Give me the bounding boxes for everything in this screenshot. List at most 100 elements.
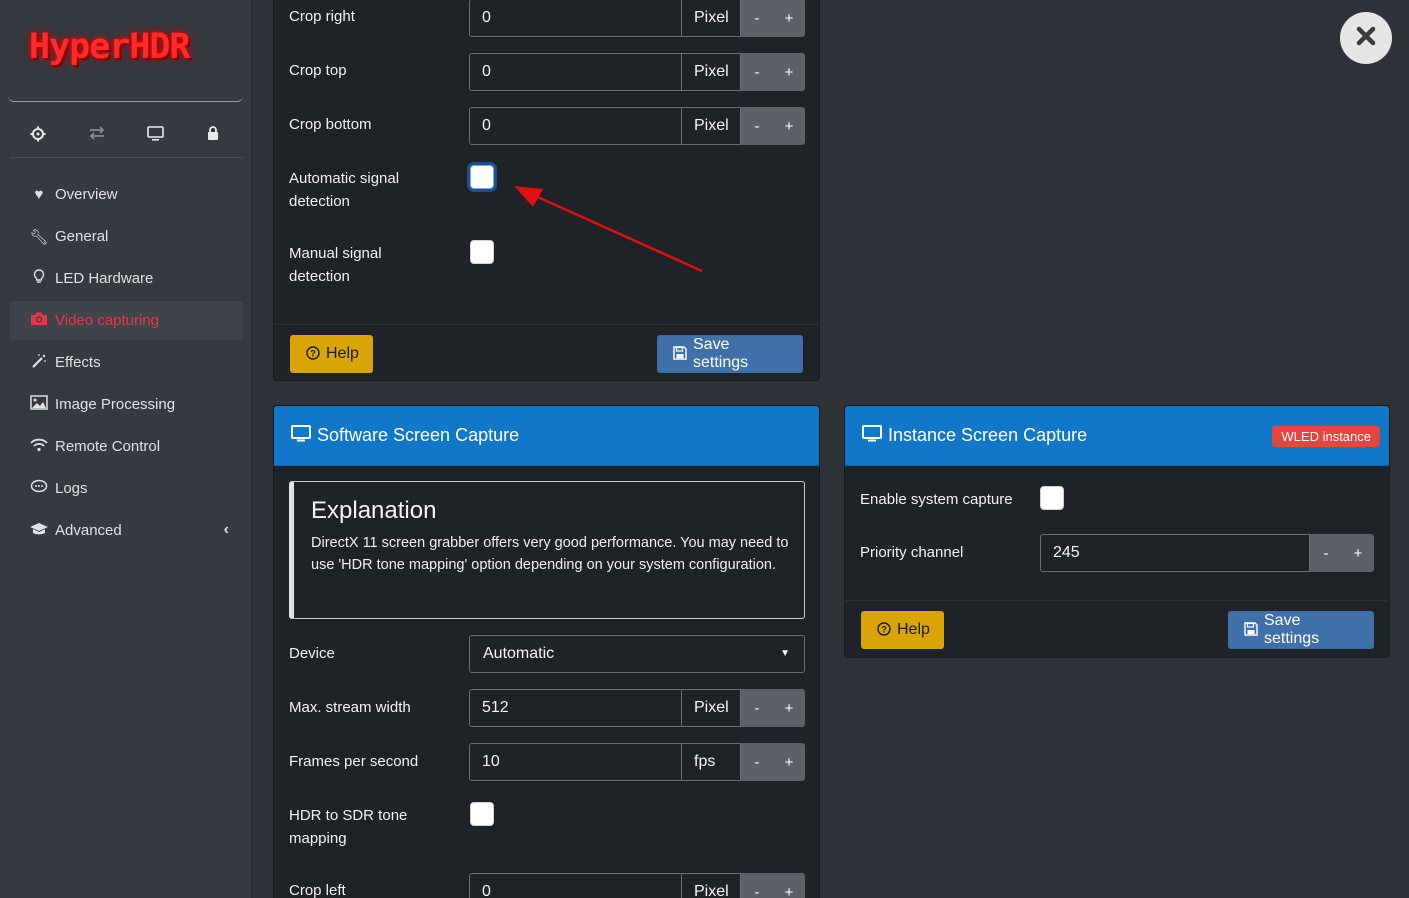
- label-line: detection: [289, 193, 350, 210]
- crop-left-input[interactable]: 0: [469, 873, 682, 898]
- close-button[interactable]: [1340, 12, 1392, 64]
- sidebar-item-general[interactable]: 🔧︎ General: [10, 217, 243, 256]
- instance-capture-panel: Instance Screen Capture WLED instance En…: [844, 405, 1390, 658]
- fps-label: Frames per second: [289, 753, 419, 770]
- sidebar-item-overview[interactable]: ♥ Overview: [10, 175, 243, 214]
- increment-button[interactable]: +: [1342, 534, 1374, 572]
- sidebar-item-label: Video capturing: [55, 312, 159, 329]
- sidebar-item-image-processing[interactable]: Image Processing: [10, 385, 243, 424]
- crop-top-stepper: 0 Pixel - +: [469, 53, 805, 91]
- label-line: Automatic signal: [289, 170, 400, 187]
- divider: [845, 600, 1389, 601]
- priority-input[interactable]: 245: [1040, 534, 1310, 572]
- svg-text:?: ?: [310, 348, 316, 358]
- explanation-box: Explanation DirectX 11 screen grabber of…: [289, 481, 805, 619]
- crop-left-stepper: 0 Pixel - +: [469, 873, 805, 898]
- save-label: Save settings: [693, 336, 749, 371]
- graduation-cap-icon: [28, 522, 50, 540]
- lock-icon[interactable]: [201, 126, 225, 145]
- decrement-button[interactable]: -: [741, 689, 773, 727]
- crop-top-input[interactable]: 0: [469, 53, 682, 91]
- decrement-button[interactable]: -: [741, 0, 773, 37]
- enable-capture-checkbox[interactable]: [1040, 486, 1064, 510]
- auto-signal-checkbox[interactable]: [470, 165, 494, 189]
- increment-button[interactable]: +: [773, 743, 805, 781]
- explanation-title: Explanation: [311, 497, 437, 524]
- sidebar-nav: ♥ Overview 🔧︎ General LED Hardware Video c…: [10, 175, 243, 553]
- sidebar-item-video-capturing[interactable]: Video capturing: [10, 301, 243, 340]
- monitor-icon: [862, 424, 882, 447]
- label-line: detection: [289, 268, 350, 285]
- label-line: HDR to SDR tone: [289, 807, 408, 824]
- crop-right-stepper: 0 Pixel - +: [469, 0, 805, 37]
- max-width-input[interactable]: 512: [469, 689, 682, 727]
- crop-right-label: Crop right: [289, 8, 355, 25]
- decrement-button[interactable]: -: [741, 107, 773, 145]
- unit-label: Pixel: [682, 689, 741, 727]
- manual-signal-checkbox[interactable]: [470, 240, 494, 264]
- logo[interactable]: HyperHDR: [8, 0, 243, 102]
- max-width-stepper: 512 Pixel - +: [469, 689, 805, 727]
- increment-button[interactable]: +: [773, 873, 805, 898]
- sidebar-icon-row: [10, 118, 243, 158]
- sidebar: HyperHDR ♥ Overview 🔧︎ General LED Hardwar…: [0, 0, 252, 898]
- device-label: Device: [289, 645, 335, 662]
- sidebar-item-advanced[interactable]: Advanced ‹: [10, 511, 243, 550]
- manual-signal-label: Manual signal detection: [289, 242, 382, 288]
- crop-right-input[interactable]: 0: [469, 0, 682, 37]
- software-capture-panel: Software Screen Capture Explanation Dire…: [273, 405, 820, 898]
- decrement-button[interactable]: -: [741, 743, 773, 781]
- annotation-arrow: [514, 186, 703, 273]
- sidebar-item-effects[interactable]: Effects: [10, 343, 243, 382]
- magic-wand-icon: [28, 353, 50, 373]
- save-label: Save settings: [1264, 612, 1320, 647]
- question-circle-icon: ?: [306, 345, 320, 363]
- crop-bottom-label: Crop bottom: [289, 116, 372, 133]
- hdr-checkbox[interactable]: [470, 802, 494, 826]
- heartbeat-icon: ♥: [34, 186, 44, 203]
- crop-bottom-stepper: 0 Pixel - +: [469, 107, 805, 145]
- increment-button[interactable]: +: [773, 53, 805, 91]
- floppy-icon: [1244, 621, 1258, 639]
- sidebar-item-label: LED Hardware: [55, 270, 154, 287]
- chevron-left-icon[interactable]: ‹: [224, 521, 229, 539]
- label-line: Manual signal: [289, 245, 382, 262]
- save-settings-button[interactable]: Save settings: [657, 335, 803, 373]
- swap-icon[interactable]: [85, 126, 109, 145]
- sidebar-item-label: Overview: [55, 186, 118, 203]
- enable-capture-label: Enable system capture: [860, 491, 1013, 508]
- monitor-icon[interactable]: [143, 126, 167, 146]
- sidebar-item-led-hardware[interactable]: LED Hardware: [10, 259, 243, 298]
- decrement-button[interactable]: -: [741, 873, 773, 898]
- auto-signal-label: Automatic signal detection: [289, 167, 399, 213]
- camera-icon: [28, 311, 50, 330]
- caret-down-icon: ▼: [780, 648, 790, 659]
- sidebar-item-label: Remote Control: [55, 438, 161, 455]
- sidebar-item-remote-control[interactable]: Remote Control: [10, 427, 243, 466]
- crop-bottom-input[interactable]: 0: [469, 107, 682, 145]
- unit-label: Pixel: [682, 53, 741, 91]
- decrement-button[interactable]: -: [741, 53, 773, 91]
- gear-icon[interactable]: [26, 126, 50, 147]
- increment-button[interactable]: +: [773, 689, 805, 727]
- help-button[interactable]: ? Help: [290, 335, 373, 373]
- instance-capture-header: Instance Screen Capture WLED instance: [845, 406, 1389, 466]
- increment-button[interactable]: +: [773, 107, 805, 145]
- sidebar-item-label: General: [55, 228, 109, 245]
- bulb-icon: [28, 269, 50, 288]
- logo-text: HyperHDR: [29, 27, 191, 67]
- monitor-icon: [291, 424, 311, 447]
- help-button[interactable]: ? Help: [861, 611, 944, 649]
- max-width-label: Max. stream width: [289, 699, 411, 716]
- sidebar-item-label: Advanced: [55, 522, 122, 539]
- sidebar-item-logs[interactable]: Logs: [10, 469, 243, 508]
- device-select[interactable]: Automatic ▼: [469, 635, 805, 673]
- increment-button[interactable]: +: [773, 0, 805, 37]
- wled-instance-badge: WLED instance: [1272, 426, 1380, 447]
- decrement-button[interactable]: -: [1310, 534, 1342, 572]
- fps-input[interactable]: 10: [469, 743, 682, 781]
- panel-title: Instance Screen Capture: [888, 425, 1088, 445]
- save-settings-button[interactable]: Save settings: [1228, 611, 1374, 649]
- crop-left-label: Crop left: [289, 882, 346, 898]
- priority-stepper: 245 - +: [1040, 534, 1374, 572]
